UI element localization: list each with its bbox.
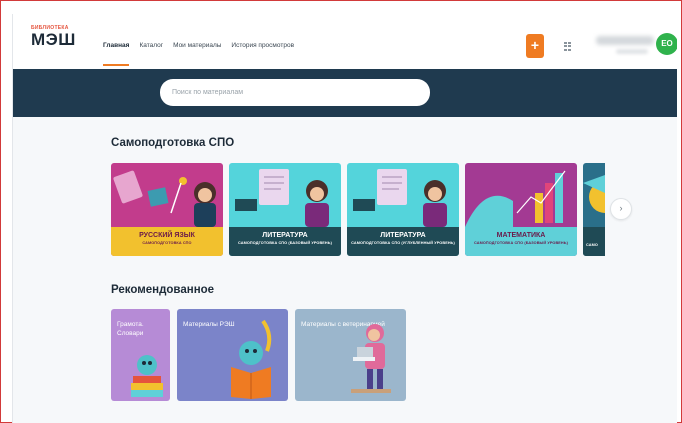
course-card-math[interactable]: МАТЕМАТИКА САМОПОДГОТОВКА СПО (БАЗОВЫЙ У… [465, 163, 577, 256]
reading-character-icon [231, 319, 272, 399]
section-title-spo: Самоподготовка СПО [111, 137, 235, 149]
card-illustration [235, 169, 329, 227]
card-label: ЛИТЕРАТУРА САМОПОДГОТОВКА СПО (БАЗОВЫЙ У… [229, 227, 341, 256]
chevron-right-icon: › [619, 203, 623, 213]
person-at-laptop-icon [351, 324, 391, 393]
recommended-card-dictionaries[interactable]: Грамота. Словари [111, 309, 170, 401]
nav-item-catalog[interactable]: Каталог [139, 42, 163, 49]
card-label: ЛИТЕРАТУРА САМОПОДГОТОВКА СПО (УГЛУБЛЕНН… [347, 227, 459, 256]
recommended-card-vet[interactable]: Материалы с ветеринарией [295, 309, 406, 401]
course-card-russian[interactable]: РУССКИЙ ЯЗЫК САМОПОДГОТОВКА СПО [111, 163, 223, 256]
section-title-recommended: Рекомендованное [111, 284, 215, 296]
card-illustration [353, 169, 447, 227]
course-card-literature-advanced[interactable]: ЛИТЕРАТУРА САМОПОДГОТОВКА СПО (УГЛУБЛЕНН… [347, 163, 459, 256]
user-name-blurred [596, 34, 654, 56]
nav-item-home[interactable]: Главная [103, 42, 130, 66]
course-card-literature-basic[interactable]: ЛИТЕРАТУРА САМОПОДГОТОВКА СПО (БАЗОВЫЙ У… [229, 163, 341, 256]
logo[interactable]: БИБЛИОТЕКА МЭШ [31, 25, 76, 48]
course-card-partial[interactable]: САМО [583, 163, 605, 256]
app-window: БИБЛИОТЕКА МЭШ Главная Каталог Мои матер… [12, 14, 677, 423]
card-illustration [583, 175, 605, 213]
nav-item-my-materials[interactable]: Мои материалы [173, 42, 221, 49]
recommended-card-title: Грамота. Словари [117, 321, 144, 337]
card-label: САМО [583, 227, 605, 256]
search-input[interactable] [160, 79, 430, 106]
plus-icon: + [530, 37, 540, 53]
card-illustration [113, 170, 216, 227]
card-illustration [465, 170, 566, 227]
add-button[interactable]: + [526, 34, 544, 58]
recommended-card-resh[interactable]: Материалы РЭШ [177, 309, 288, 401]
card-label: МАТЕМАТИКА САМОПОДГОТОВКА СПО (БАЗОВЫЙ У… [465, 227, 577, 256]
main-nav: Главная Каталог Мои материалы История пр… [103, 42, 294, 66]
logo-title: МЭШ [31, 30, 76, 49]
top-header: БИБЛИОТЕКА МЭШ Главная Каталог Мои матер… [13, 14, 677, 69]
grid-icon[interactable] [564, 42, 571, 51]
search-bar [13, 69, 677, 117]
nav-item-history[interactable]: История просмотров [231, 42, 294, 49]
card-label: РУССКИЙ ЯЗЫК САМОПОДГОТОВКА СПО [111, 227, 223, 256]
carousel-next-button[interactable]: › [610, 198, 632, 220]
avatar[interactable]: ЕО [656, 33, 677, 55]
book-stack-icon [131, 355, 163, 397]
